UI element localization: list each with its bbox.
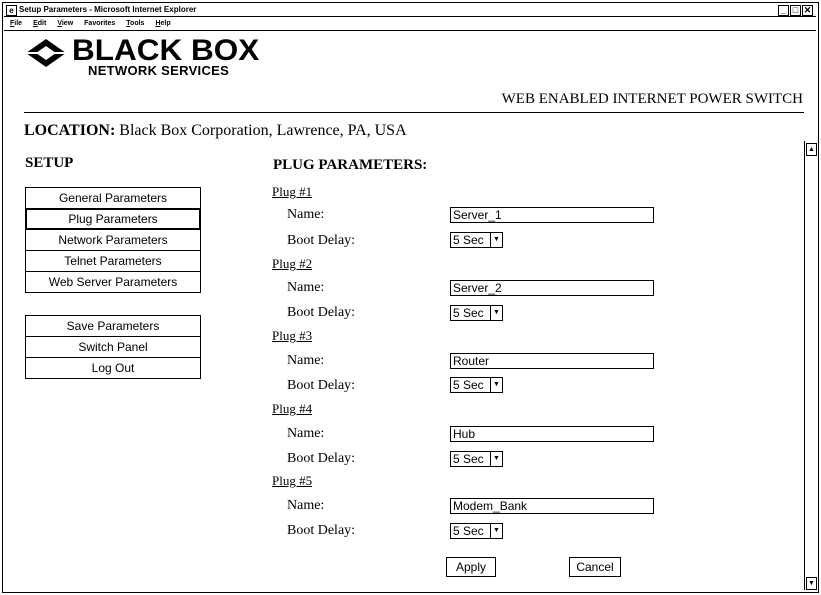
plug-1-name-input[interactable]: Server_1 (450, 207, 654, 223)
save-parameters-button[interactable]: Save Parameters (25, 315, 201, 337)
plug-1-delay-label: Boot Delay: (287, 233, 356, 248)
menu-edit[interactable]: Edit (33, 17, 46, 30)
close-icon[interactable]: ✕ (802, 5, 813, 16)
plug-3-header: Plug #3 (272, 328, 313, 343)
plug-1-delay-value: 5 Sec (453, 233, 484, 247)
apply-button[interactable]: Apply (446, 557, 496, 577)
maximize-icon[interactable]: □ (790, 5, 801, 16)
plug-5-delay-select[interactable]: 5 Sec ▼ (450, 523, 503, 539)
plug-2-name-input[interactable]: Server_2 (450, 280, 654, 296)
plug-3-name-input[interactable]: Router (450, 353, 654, 369)
setup-nav: General Parameters Plug Parameters Netwo… (25, 187, 201, 293)
plug-2-delay-select[interactable]: 5 Sec ▼ (450, 305, 503, 321)
plug-2-delay-label: Boot Delay: (287, 305, 356, 320)
location-value: Black Box Corporation, Lawrence, PA, USA (119, 122, 407, 139)
plug-4-delay-label: Boot Delay: (287, 451, 356, 466)
cancel-button[interactable]: Cancel (569, 557, 621, 577)
plug-4-delay-value: 5 Sec (453, 452, 484, 466)
plug-4-name-input[interactable]: Hub (450, 426, 654, 442)
plug-5-header: Plug #5 (272, 473, 313, 488)
window-title: Setup Parameters - Microsoft Internet Ex… (19, 5, 197, 14)
nav-telnet-parameters[interactable]: Telnet Parameters (25, 250, 201, 272)
log-out-button[interactable]: Log Out (25, 357, 201, 379)
plug-2-name-label: Name: (287, 280, 325, 295)
minimize-icon[interactable]: _ (778, 5, 789, 16)
plug-1-delay-select[interactable]: 5 Sec ▼ (450, 232, 503, 248)
menu-favorites[interactable]: Favorites (84, 17, 115, 30)
diamond-logo-icon (26, 39, 66, 67)
menu-view[interactable]: View (57, 17, 73, 30)
nav-plug-parameters[interactable]: Plug Parameters (25, 208, 201, 230)
header-divider (24, 112, 804, 113)
chevron-down-icon[interactable]: ▼ (490, 378, 502, 392)
plug-3-delay-select[interactable]: 5 Sec ▼ (450, 377, 503, 393)
plug-3-delay-label: Boot Delay: (287, 378, 356, 393)
plug-1-header: Plug #1 (272, 184, 313, 199)
menu-bar: File Edit View Favorites Tools Help (4, 17, 816, 31)
title-bar: e Setup Parameters - Microsoft Internet … (4, 4, 816, 17)
plug-5-name-label: Name: (287, 498, 325, 513)
chevron-down-icon[interactable]: ▼ (490, 524, 502, 538)
location-line: LOCATION: Black Box Corporation, Lawrenc… (24, 122, 407, 140)
brand-subtitle: NETWORK SERVICES (88, 63, 230, 78)
plug-parameters-heading: PLUG PARAMETERS: (273, 157, 428, 173)
menu-help[interactable]: Help (155, 17, 170, 30)
menu-tools[interactable]: Tools (126, 17, 144, 30)
plug-5-delay-value: 5 Sec (453, 524, 484, 538)
window-controls: _ □ ✕ (778, 5, 813, 16)
switch-panel-button[interactable]: Switch Panel (25, 336, 201, 358)
chevron-down-icon[interactable]: ▼ (490, 306, 502, 320)
location-label: LOCATION: (24, 122, 116, 139)
plug-1-name-label: Name: (287, 207, 325, 222)
product-title: WEB ENABLED INTERNET POWER SWITCH (501, 91, 803, 107)
scroll-down-icon[interactable]: ▼ (806, 577, 817, 590)
plug-5-delay-label: Boot Delay: (287, 523, 356, 538)
nav-network-parameters[interactable]: Network Parameters (25, 229, 201, 251)
plug-3-name-label: Name: (287, 353, 325, 368)
chevron-down-icon[interactable]: ▼ (490, 233, 502, 247)
nav-web-server-parameters[interactable]: Web Server Parameters (25, 271, 201, 293)
menu-file[interactable]: File (10, 17, 22, 30)
plug-3-delay-value: 5 Sec (453, 378, 484, 392)
chevron-down-icon[interactable]: ▼ (490, 452, 502, 466)
black-box-logo: BLACK BOX NETWORK SERVICES (26, 34, 259, 107)
setup-heading: SETUP (25, 155, 74, 171)
plug-5-name-input[interactable]: Modem_Bank (450, 498, 654, 514)
plug-4-header: Plug #4 (272, 401, 313, 416)
plug-2-header: Plug #2 (272, 256, 313, 271)
plug-2-delay-value: 5 Sec (453, 306, 484, 320)
setup-actions: Save Parameters Switch Panel Log Out (25, 315, 201, 379)
ie-icon: e (6, 5, 17, 16)
plug-4-delay-select[interactable]: 5 Sec ▼ (450, 451, 503, 467)
plug-4-name-label: Name: (287, 426, 325, 441)
scroll-up-icon[interactable]: ▲ (806, 143, 817, 156)
vertical-scrollbar[interactable]: ▲ ▼ (804, 141, 817, 590)
nav-general-parameters[interactable]: General Parameters (25, 187, 201, 209)
